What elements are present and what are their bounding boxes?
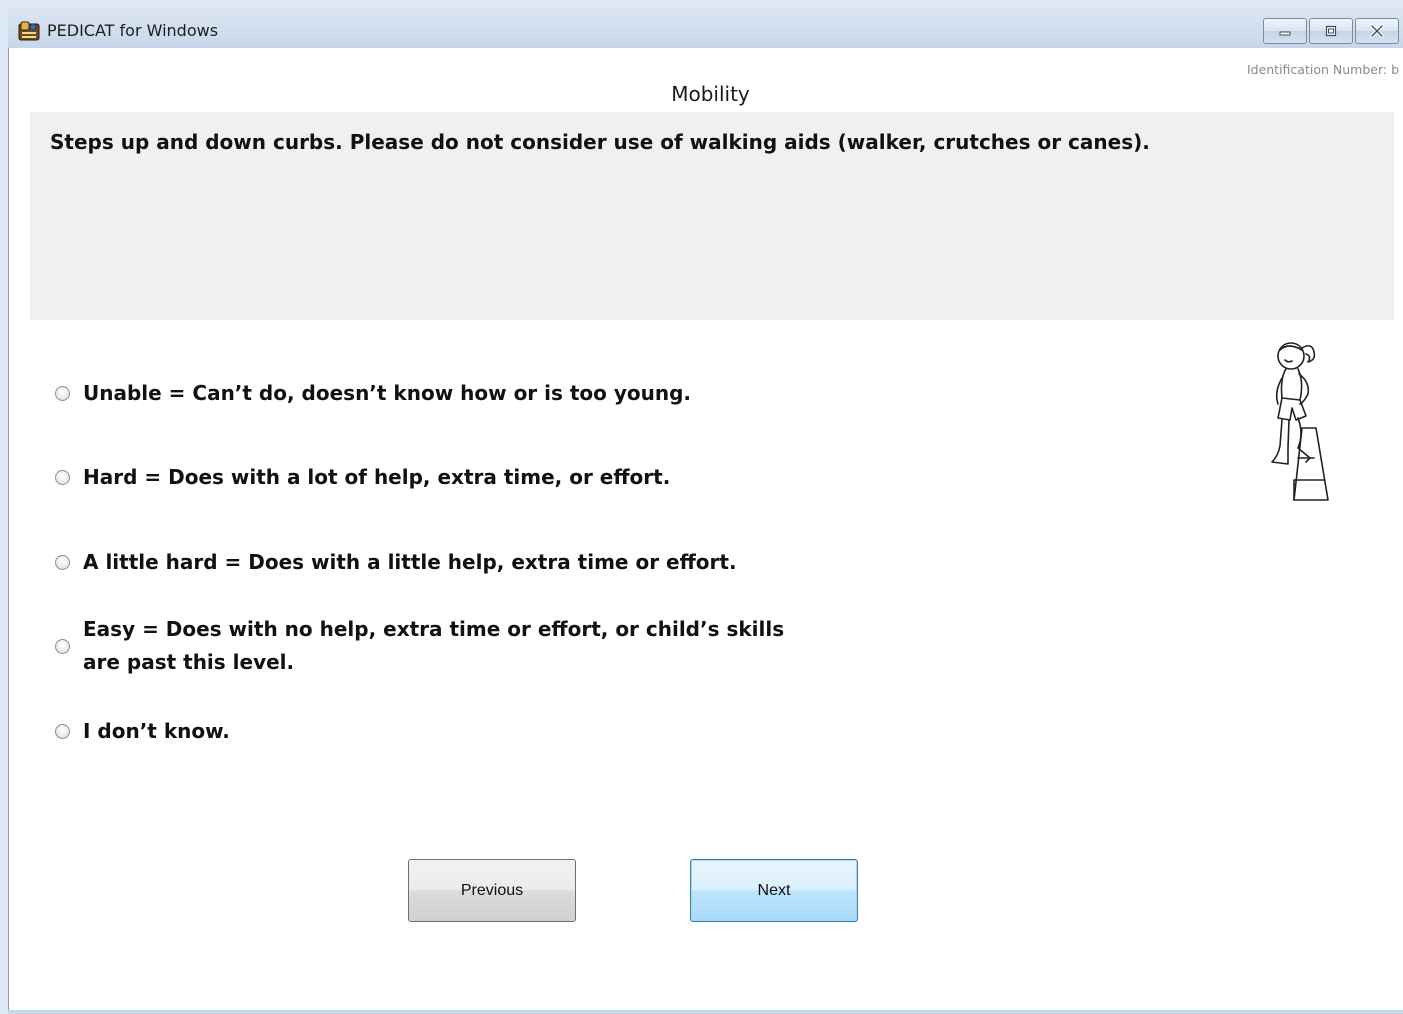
radio-button[interactable] bbox=[55, 638, 70, 654]
girl-stepping-on-curb-illustration bbox=[1271, 342, 1329, 501]
radio-button[interactable] bbox=[55, 470, 70, 485]
question-panel: Steps up and down curbs. Please do not c… bbox=[30, 112, 1394, 320]
category-title: Mobility bbox=[671, 82, 750, 106]
window-bottom-border bbox=[8, 1010, 1403, 1014]
close-icon bbox=[1370, 24, 1384, 38]
option-label: A little hard = Does with a little help,… bbox=[83, 550, 737, 574]
radio-button[interactable] bbox=[55, 555, 70, 570]
option-hard[interactable]: Hard = Does with a lot of help, extra ti… bbox=[55, 461, 670, 494]
option-label: Easy = Does with no help, extra time or … bbox=[83, 613, 784, 679]
option-easy[interactable]: Easy = Does with no help, extra time or … bbox=[55, 613, 784, 679]
radio-button[interactable] bbox=[55, 724, 70, 739]
option-label: Unable = Can’t do, doesn’t know how or i… bbox=[83, 381, 692, 405]
previous-button[interactable]: Previous bbox=[408, 859, 576, 922]
option-a-little-hard[interactable]: A little hard = Does with a little help,… bbox=[55, 546, 737, 579]
minimize-button[interactable] bbox=[1263, 18, 1307, 44]
app-window: PEDICAT for Windows Identification Numbe… bbox=[0, 0, 1403, 1014]
question-text: Steps up and down curbs. Please do not c… bbox=[50, 130, 1150, 154]
maximize-icon bbox=[1325, 25, 1337, 37]
option-label-line-1: Easy = Does with no help, extra time or … bbox=[83, 617, 785, 641]
radio-button[interactable] bbox=[55, 386, 70, 401]
close-button[interactable] bbox=[1355, 18, 1399, 44]
option-label: I don’t know. bbox=[83, 719, 230, 743]
identification-number: Identification Number: b bbox=[1246, 62, 1399, 77]
option-dont-know[interactable]: I don’t know. bbox=[55, 715, 230, 748]
next-button[interactable]: Next bbox=[690, 859, 858, 922]
window-title: PEDICAT for Windows bbox=[47, 21, 219, 40]
maximize-button[interactable] bbox=[1309, 18, 1353, 44]
option-label-line-2: are past this level. bbox=[83, 650, 295, 674]
option-unable[interactable]: Unable = Can’t do, doesn’t know how or i… bbox=[55, 377, 691, 410]
window-controls bbox=[1263, 18, 1399, 44]
pedicat-app-icon bbox=[18, 21, 40, 41]
option-label: Hard = Does with a lot of help, extra ti… bbox=[83, 465, 671, 489]
minimize-icon bbox=[1279, 31, 1291, 36]
